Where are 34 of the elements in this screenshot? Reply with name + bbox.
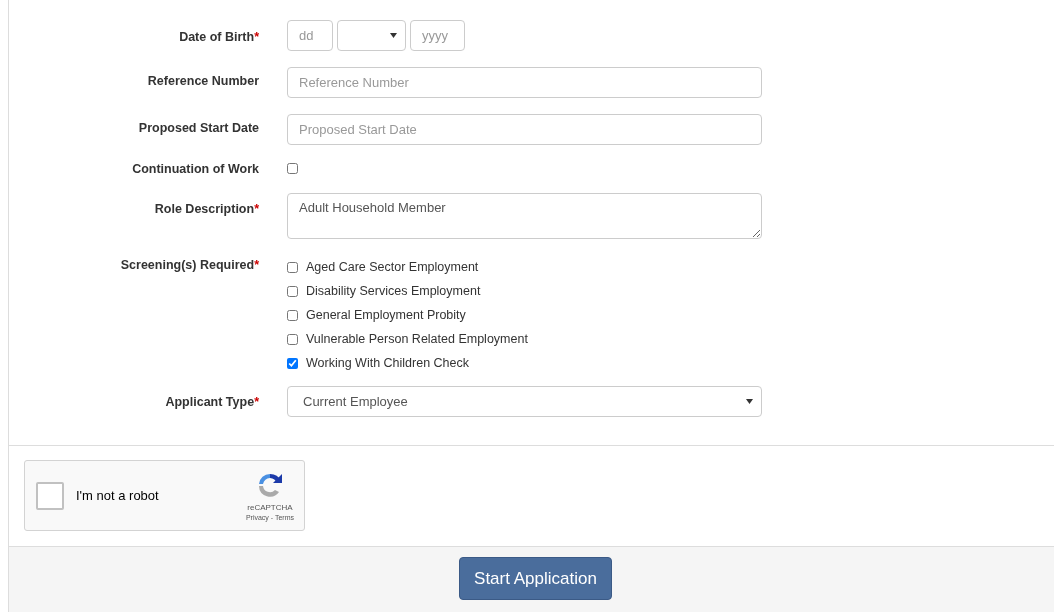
field-label: Proposed Start Date — [138, 121, 259, 135]
text-field[interactable]: Reference Number — [287, 67, 762, 98]
year-field[interactable]: yyyy — [410, 20, 465, 51]
caret-icon — [390, 33, 397, 38]
field-label: Screening(s) Required — [120, 258, 255, 272]
checkbox-label: Working With Children Check — [306, 356, 470, 370]
field-label: Reference Number — [147, 74, 259, 88]
checkbox[interactable] — [287, 285, 298, 297]
checkbox[interactable] — [287, 309, 298, 321]
required-mark: * — [254, 30, 259, 44]
text-field[interactable]: Proposed Start Date — [287, 114, 762, 145]
field-label: Role Description — [154, 202, 255, 216]
field-label: Continuation of Work — [132, 162, 259, 176]
captcha-checkbox[interactable] — [36, 481, 64, 510]
captcha-brand: reCAPTCHA — [247, 502, 293, 512]
start-application-button[interactable]: Start Application — [459, 557, 612, 600]
checkbox[interactable] — [287, 261, 298, 273]
field-label: Date of Birth — [179, 30, 255, 44]
checkbox-label: Aged Care Sector Employment — [306, 260, 479, 274]
checkbox-label: Vulnerable Person Related Employment — [306, 332, 528, 346]
checkbox-label: General Employment Probity — [306, 308, 466, 322]
required-mark: * — [254, 202, 259, 216]
checkbox[interactable] — [287, 357, 298, 369]
select-field[interactable]: Current Employee — [287, 386, 762, 417]
checkbox[interactable] — [287, 163, 298, 174]
field-label: Applicant Type — [165, 395, 255, 409]
required-mark: * — [254, 258, 259, 272]
text-area[interactable]: Adult Household Member — [287, 193, 762, 239]
captcha-label: I'm not a robot — [76, 488, 160, 503]
checkbox[interactable] — [287, 333, 298, 345]
checkbox-label: Disability Services Employment — [306, 284, 481, 298]
caret-icon — [746, 399, 753, 404]
day-field[interactable]: dd — [287, 20, 333, 51]
required-mark: * — [254, 395, 259, 409]
